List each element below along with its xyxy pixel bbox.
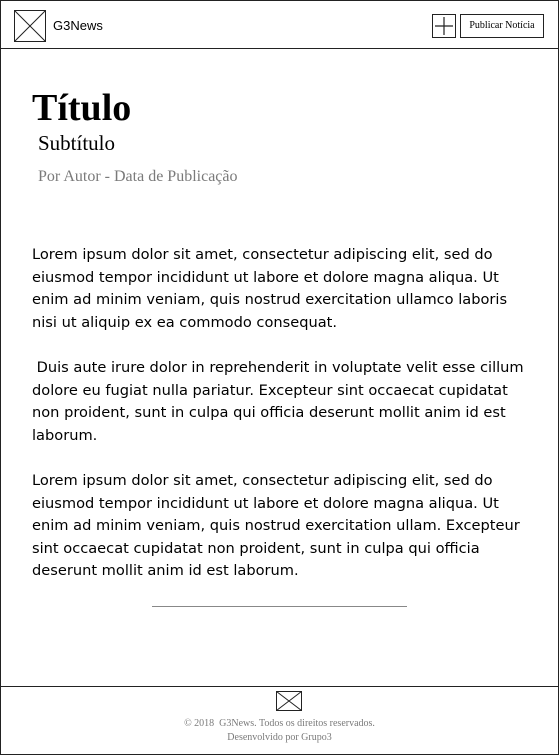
- brand-name[interactable]: G3News: [53, 18, 103, 33]
- article-title: Título: [32, 87, 132, 129]
- credit-text: Desenvolvido por Grupo3: [227, 732, 332, 743]
- article-body: Lorem ipsum dolor sit amet, consectetur …: [32, 244, 527, 606]
- paragraph: Lorem ipsum dolor sit amet, consectetur …: [32, 246, 508, 331]
- mail-icon[interactable]: [276, 691, 302, 711]
- add-button[interactable]: [432, 14, 456, 38]
- divider: [152, 606, 407, 607]
- top-navbar: G3News Publicar Notícia: [1, 1, 558, 49]
- publish-date: Data de Publicação: [114, 168, 238, 185]
- copyright-text: © 2018 G3News. Todos os direitos reserva…: [184, 718, 375, 729]
- author-text: Por Autor -: [38, 168, 110, 185]
- footer: © 2018 G3News. Todos os direitos reserva…: [0, 717, 559, 745]
- image-placeholder-icon[interactable]: [14, 10, 46, 42]
- article-byline: Por Autor - Data de Publicação: [38, 167, 238, 187]
- plus-icon: [435, 17, 453, 35]
- paragraph: Duis aute irure dolor in reprehenderit i…: [32, 358, 529, 444]
- publish-news-button[interactable]: Publicar Notícia: [460, 14, 544, 38]
- footer-divider: [1, 686, 558, 687]
- article-subtitle: Subtítulo: [38, 131, 116, 155]
- paragraph: Lorem ipsum dolor sit amet, consectetur …: [32, 471, 520, 580]
